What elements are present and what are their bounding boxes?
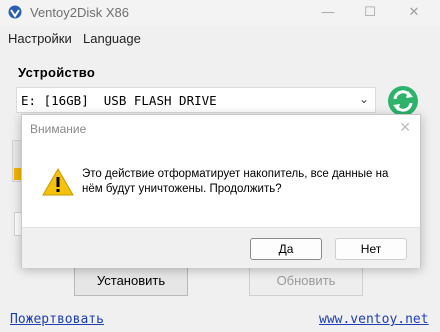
- dialog-message: Это действие отформатирует накопитель, в…: [82, 168, 389, 195]
- dialog-body: Это действие отформатирует накопитель, в…: [22, 143, 420, 227]
- window-title: Ventoy2Disk X86: [30, 5, 130, 20]
- title-bar: Ventoy2Disk X86 — ☐ ✕: [0, 0, 440, 26]
- device-select[interactable]: E: [16GB] USB FLASH DRIVE ⌄: [16, 87, 376, 113]
- warning-icon: [42, 167, 74, 196]
- close-button[interactable]: ✕: [404, 4, 424, 20]
- ventoy-logo-icon: [8, 5, 22, 19]
- update-button[interactable]: Обновить: [249, 266, 363, 296]
- menu-bar: Настройки Language: [0, 28, 440, 48]
- no-button[interactable]: Нет: [335, 238, 407, 260]
- yes-button[interactable]: Да: [250, 238, 322, 260]
- menu-settings[interactable]: Настройки: [8, 31, 72, 46]
- device-group-label: Устройство: [18, 65, 96, 80]
- install-button[interactable]: Установить: [74, 266, 188, 296]
- refresh-icon[interactable]: [386, 84, 420, 118]
- chevron-down-icon: ⌄: [358, 92, 369, 106]
- menu-language[interactable]: Language: [83, 31, 141, 46]
- device-select-value: E: [16GB] USB FLASH DRIVE: [21, 93, 217, 108]
- maximize-button[interactable]: ☐: [360, 4, 380, 20]
- website-link[interactable]: www.ventoy.net: [319, 312, 429, 327]
- minimize-button[interactable]: —: [318, 4, 338, 19]
- donate-link[interactable]: Пожертвовать: [10, 312, 104, 327]
- dialog-footer: Да Нет: [22, 227, 420, 268]
- ventoy2disk-window: Ventoy2Disk X86 — ☐ ✕ Настройки Language…: [0, 0, 440, 332]
- warning-dialog: Внимание ✕ Это действие отформатирует на…: [21, 114, 421, 268]
- dialog-title: Внимание: [30, 122, 87, 136]
- dialog-close-button[interactable]: ✕: [399, 119, 411, 136]
